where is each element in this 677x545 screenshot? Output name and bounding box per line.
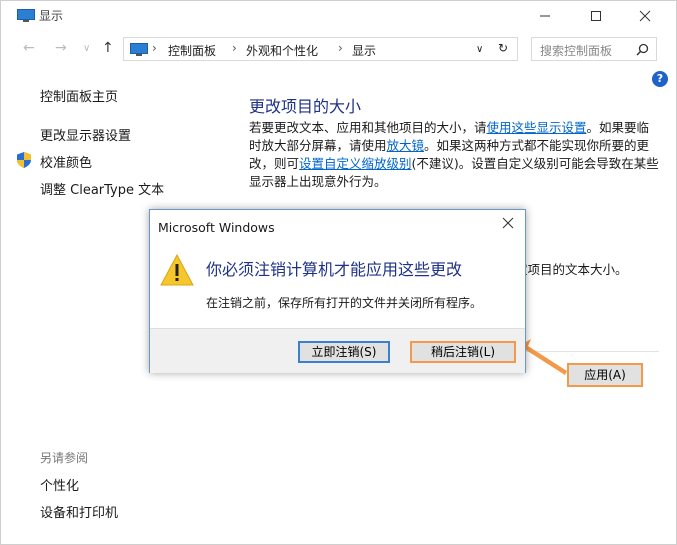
shield-icon (17, 152, 31, 168)
recent-dropdown-icon[interactable]: ∨ (83, 43, 90, 54)
control-panel-icon (130, 43, 148, 56)
page-title: 更改项目的大小 (249, 97, 362, 116)
dialog-button-bar: 立即注销(S) 稍后注销(L) (150, 328, 525, 373)
close-icon (639, 10, 651, 22)
description-paragraph: 若要更改文本、应用和其他项目的大小，请使用这些显示设置。如果要临时放大部分屏幕，… (249, 119, 659, 191)
breadcrumb-separator-icon[interactable]: › (338, 41, 343, 55)
help-icon[interactable]: ? (652, 71, 668, 87)
close-button[interactable] (623, 1, 667, 31)
logoff-dialog: Microsoft Windows 你必须注销计算机才能应用这些更改 在注销之前… (149, 209, 526, 373)
logoff-now-button[interactable]: 立即注销(S) (298, 341, 390, 363)
dialog-close-icon[interactable] (502, 217, 514, 229)
sidebar-home-link[interactable]: 控制面板主页 (40, 86, 118, 105)
display-settings-link[interactable]: 使用这些显示设置 (487, 120, 587, 135)
monitor-icon (17, 9, 35, 22)
maximize-button[interactable] (574, 1, 618, 31)
refresh-icon[interactable]: ↻ (498, 41, 508, 55)
search-placeholder: 搜索控制面板 (540, 44, 613, 58)
breadcrumb-display[interactable]: 显示 (352, 42, 376, 59)
search-icon[interactable] (636, 43, 649, 56)
apply-button[interactable]: 应用(A) (567, 363, 643, 387)
breadcrumb-control-panel[interactable]: 控制面板 (168, 42, 216, 59)
warning-icon (160, 254, 194, 286)
search-input[interactable]: 搜索控制面板 (531, 37, 657, 61)
display-window: 显示 ← → ∨ ↑ › 控制面板 › 外观和个性化 › 显示 ∨ ↻ 搜索控制… (0, 0, 677, 545)
sidebar-item-calibrate-color[interactable]: 校准颜色 (40, 152, 92, 171)
sidebar-item-cleartype[interactable]: 调整 ClearType 文本 (40, 179, 164, 198)
breadcrumb-separator-icon[interactable]: › (152, 41, 157, 55)
custom-scaling-link[interactable]: 设置自定义缩放级别 (299, 156, 412, 171)
navigation-bar: ← → ∨ ↑ › 控制面板 › 外观和个性化 › 显示 ∨ ↻ 搜索控制面板 (1, 37, 676, 63)
back-arrow-icon[interactable]: ← (23, 40, 35, 56)
forward-arrow-icon[interactable]: → (55, 40, 67, 56)
magnifier-link[interactable]: 放大镜 (387, 138, 425, 153)
text-size-label: 定项目的文本大小。 (515, 262, 628, 277)
see-also-personalization[interactable]: 个性化 (40, 475, 79, 494)
up-arrow-icon[interactable]: ↑ (102, 40, 114, 56)
logoff-later-button[interactable]: 稍后注销(L) (410, 341, 516, 363)
title-bar: 显示 (1, 1, 676, 31)
sidebar-item-change-display[interactable]: 更改显示器设置 (40, 125, 131, 144)
description-text: 若要更改文本、应用和其他项目的大小，请 (249, 120, 487, 135)
address-bar[interactable]: › 控制面板 › 外观和个性化 › 显示 ∨ ↻ (123, 37, 518, 61)
window-title: 显示 (39, 9, 64, 23)
dialog-title: Microsoft Windows (158, 220, 275, 235)
minimize-icon (540, 15, 550, 17)
dialog-heading: 你必须注销计算机才能应用这些更改 (206, 260, 463, 279)
dialog-message: 在注销之前，保存所有打开的文件并关闭所有程序。 (206, 296, 483, 310)
see-also-heading: 另请参阅 (40, 451, 89, 465)
maximize-icon (591, 11, 601, 21)
breadcrumb-separator-icon[interactable]: › (232, 41, 237, 55)
breadcrumb-appearance[interactable]: 外观和个性化 (246, 42, 318, 59)
minimize-button[interactable] (523, 1, 567, 31)
see-also-devices-printers[interactable]: 设备和打印机 (40, 502, 118, 521)
chevron-down-icon[interactable]: ∨ (476, 44, 483, 55)
